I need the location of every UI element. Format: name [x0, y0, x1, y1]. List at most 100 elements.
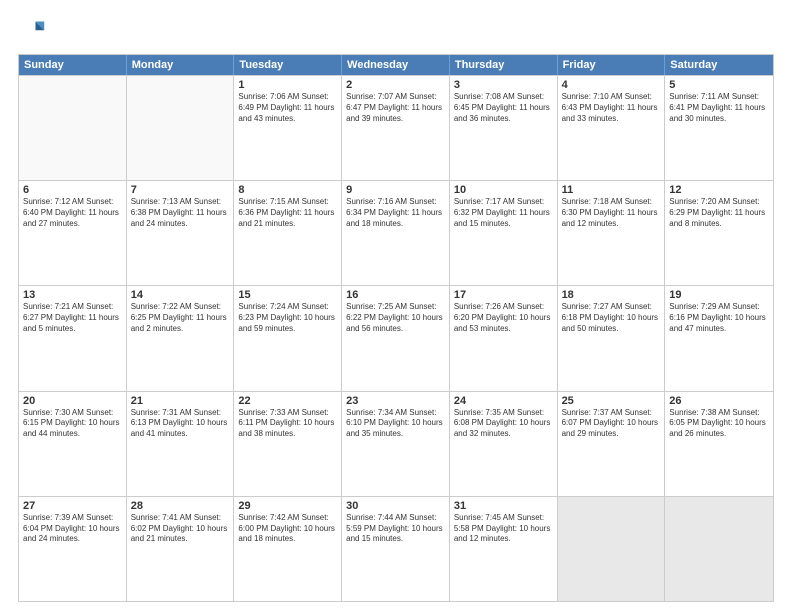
calendar-cell: 15Sunrise: 7:24 AM Sunset: 6:23 PM Dayli…: [234, 286, 342, 390]
day-info: Sunrise: 7:15 AM Sunset: 6:36 PM Dayligh…: [238, 197, 337, 229]
calendar-cell: 14Sunrise: 7:22 AM Sunset: 6:25 PM Dayli…: [127, 286, 235, 390]
day-number: 14: [131, 289, 230, 301]
day-number: 19: [669, 289, 769, 301]
calendar-cell: 7Sunrise: 7:13 AM Sunset: 6:38 PM Daylig…: [127, 181, 235, 285]
day-number: 4: [562, 79, 661, 91]
header: [18, 18, 774, 46]
calendar-header-cell: Monday: [127, 55, 235, 75]
calendar-cell: 27Sunrise: 7:39 AM Sunset: 6:04 PM Dayli…: [19, 497, 127, 601]
calendar-cell: 22Sunrise: 7:33 AM Sunset: 6:11 PM Dayli…: [234, 392, 342, 496]
calendar-header-cell: Thursday: [450, 55, 558, 75]
day-info: Sunrise: 7:34 AM Sunset: 6:10 PM Dayligh…: [346, 408, 445, 440]
calendar-cell: 20Sunrise: 7:30 AM Sunset: 6:15 PM Dayli…: [19, 392, 127, 496]
calendar-cell: 3Sunrise: 7:08 AM Sunset: 6:45 PM Daylig…: [450, 76, 558, 180]
day-number: 28: [131, 500, 230, 512]
day-info: Sunrise: 7:24 AM Sunset: 6:23 PM Dayligh…: [238, 302, 337, 334]
calendar-cell: [665, 497, 773, 601]
day-number: 5: [669, 79, 769, 91]
day-info: Sunrise: 7:17 AM Sunset: 6:32 PM Dayligh…: [454, 197, 553, 229]
day-number: 12: [669, 184, 769, 196]
calendar-header-cell: Sunday: [19, 55, 127, 75]
day-number: 31: [454, 500, 553, 512]
calendar-cell: 26Sunrise: 7:38 AM Sunset: 6:05 PM Dayli…: [665, 392, 773, 496]
calendar-cell: 18Sunrise: 7:27 AM Sunset: 6:18 PM Dayli…: [558, 286, 666, 390]
day-number: 16: [346, 289, 445, 301]
calendar-header-cell: Saturday: [665, 55, 773, 75]
calendar-cell: 9Sunrise: 7:16 AM Sunset: 6:34 PM Daylig…: [342, 181, 450, 285]
calendar-cell: 23Sunrise: 7:34 AM Sunset: 6:10 PM Dayli…: [342, 392, 450, 496]
logo-icon: [18, 18, 46, 46]
calendar-cell: 5Sunrise: 7:11 AM Sunset: 6:41 PM Daylig…: [665, 76, 773, 180]
day-number: 1: [238, 79, 337, 91]
calendar-cell: 6Sunrise: 7:12 AM Sunset: 6:40 PM Daylig…: [19, 181, 127, 285]
day-number: 8: [238, 184, 337, 196]
calendar-header-cell: Tuesday: [234, 55, 342, 75]
day-number: 11: [562, 184, 661, 196]
calendar-cell: 31Sunrise: 7:45 AM Sunset: 5:58 PM Dayli…: [450, 497, 558, 601]
calendar-cell: 21Sunrise: 7:31 AM Sunset: 6:13 PM Dayli…: [127, 392, 235, 496]
day-number: 24: [454, 395, 553, 407]
day-number: 21: [131, 395, 230, 407]
day-info: Sunrise: 7:41 AM Sunset: 6:02 PM Dayligh…: [131, 513, 230, 545]
day-number: 30: [346, 500, 445, 512]
day-info: Sunrise: 7:45 AM Sunset: 5:58 PM Dayligh…: [454, 513, 553, 545]
day-info: Sunrise: 7:07 AM Sunset: 6:47 PM Dayligh…: [346, 92, 445, 124]
calendar-cell: 8Sunrise: 7:15 AM Sunset: 6:36 PM Daylig…: [234, 181, 342, 285]
day-number: 9: [346, 184, 445, 196]
day-number: 6: [23, 184, 122, 196]
day-info: Sunrise: 7:11 AM Sunset: 6:41 PM Dayligh…: [669, 92, 769, 124]
day-number: 13: [23, 289, 122, 301]
calendar-cell: 25Sunrise: 7:37 AM Sunset: 6:07 PM Dayli…: [558, 392, 666, 496]
calendar-cell: 1Sunrise: 7:06 AM Sunset: 6:49 PM Daylig…: [234, 76, 342, 180]
day-info: Sunrise: 7:38 AM Sunset: 6:05 PM Dayligh…: [669, 408, 769, 440]
day-number: 2: [346, 79, 445, 91]
day-number: 15: [238, 289, 337, 301]
page: SundayMondayTuesdayWednesdayThursdayFrid…: [0, 0, 792, 612]
day-number: 25: [562, 395, 661, 407]
day-number: 23: [346, 395, 445, 407]
day-info: Sunrise: 7:22 AM Sunset: 6:25 PM Dayligh…: [131, 302, 230, 334]
day-info: Sunrise: 7:16 AM Sunset: 6:34 PM Dayligh…: [346, 197, 445, 229]
calendar-cell: 19Sunrise: 7:29 AM Sunset: 6:16 PM Dayli…: [665, 286, 773, 390]
calendar-cell: 13Sunrise: 7:21 AM Sunset: 6:27 PM Dayli…: [19, 286, 127, 390]
day-info: Sunrise: 7:39 AM Sunset: 6:04 PM Dayligh…: [23, 513, 122, 545]
day-number: 22: [238, 395, 337, 407]
day-number: 27: [23, 500, 122, 512]
calendar-cell: 29Sunrise: 7:42 AM Sunset: 6:00 PM Dayli…: [234, 497, 342, 601]
day-info: Sunrise: 7:30 AM Sunset: 6:15 PM Dayligh…: [23, 408, 122, 440]
day-number: 18: [562, 289, 661, 301]
calendar-cell: 24Sunrise: 7:35 AM Sunset: 6:08 PM Dayli…: [450, 392, 558, 496]
calendar-cell: 17Sunrise: 7:26 AM Sunset: 6:20 PM Dayli…: [450, 286, 558, 390]
calendar-cell: [558, 497, 666, 601]
day-info: Sunrise: 7:12 AM Sunset: 6:40 PM Dayligh…: [23, 197, 122, 229]
day-info: Sunrise: 7:13 AM Sunset: 6:38 PM Dayligh…: [131, 197, 230, 229]
calendar-week-row: 13Sunrise: 7:21 AM Sunset: 6:27 PM Dayli…: [19, 285, 773, 390]
day-info: Sunrise: 7:42 AM Sunset: 6:00 PM Dayligh…: [238, 513, 337, 545]
calendar-cell: [19, 76, 127, 180]
calendar-body: 1Sunrise: 7:06 AM Sunset: 6:49 PM Daylig…: [19, 75, 773, 601]
day-info: Sunrise: 7:20 AM Sunset: 6:29 PM Dayligh…: [669, 197, 769, 229]
day-number: 20: [23, 395, 122, 407]
calendar-cell: 16Sunrise: 7:25 AM Sunset: 6:22 PM Dayli…: [342, 286, 450, 390]
calendar: SundayMondayTuesdayWednesdayThursdayFrid…: [18, 54, 774, 602]
day-info: Sunrise: 7:18 AM Sunset: 6:30 PM Dayligh…: [562, 197, 661, 229]
calendar-week-row: 6Sunrise: 7:12 AM Sunset: 6:40 PM Daylig…: [19, 180, 773, 285]
day-info: Sunrise: 7:21 AM Sunset: 6:27 PM Dayligh…: [23, 302, 122, 334]
calendar-cell: [127, 76, 235, 180]
day-info: Sunrise: 7:31 AM Sunset: 6:13 PM Dayligh…: [131, 408, 230, 440]
day-info: Sunrise: 7:44 AM Sunset: 5:59 PM Dayligh…: [346, 513, 445, 545]
day-info: Sunrise: 7:08 AM Sunset: 6:45 PM Dayligh…: [454, 92, 553, 124]
day-info: Sunrise: 7:35 AM Sunset: 6:08 PM Dayligh…: [454, 408, 553, 440]
calendar-header-cell: Wednesday: [342, 55, 450, 75]
day-info: Sunrise: 7:27 AM Sunset: 6:18 PM Dayligh…: [562, 302, 661, 334]
calendar-header-cell: Friday: [558, 55, 666, 75]
day-info: Sunrise: 7:37 AM Sunset: 6:07 PM Dayligh…: [562, 408, 661, 440]
day-number: 29: [238, 500, 337, 512]
day-info: Sunrise: 7:25 AM Sunset: 6:22 PM Dayligh…: [346, 302, 445, 334]
day-info: Sunrise: 7:26 AM Sunset: 6:20 PM Dayligh…: [454, 302, 553, 334]
calendar-header-row: SundayMondayTuesdayWednesdayThursdayFrid…: [19, 55, 773, 75]
day-info: Sunrise: 7:29 AM Sunset: 6:16 PM Dayligh…: [669, 302, 769, 334]
day-number: 17: [454, 289, 553, 301]
calendar-cell: 10Sunrise: 7:17 AM Sunset: 6:32 PM Dayli…: [450, 181, 558, 285]
calendar-cell: 12Sunrise: 7:20 AM Sunset: 6:29 PM Dayli…: [665, 181, 773, 285]
